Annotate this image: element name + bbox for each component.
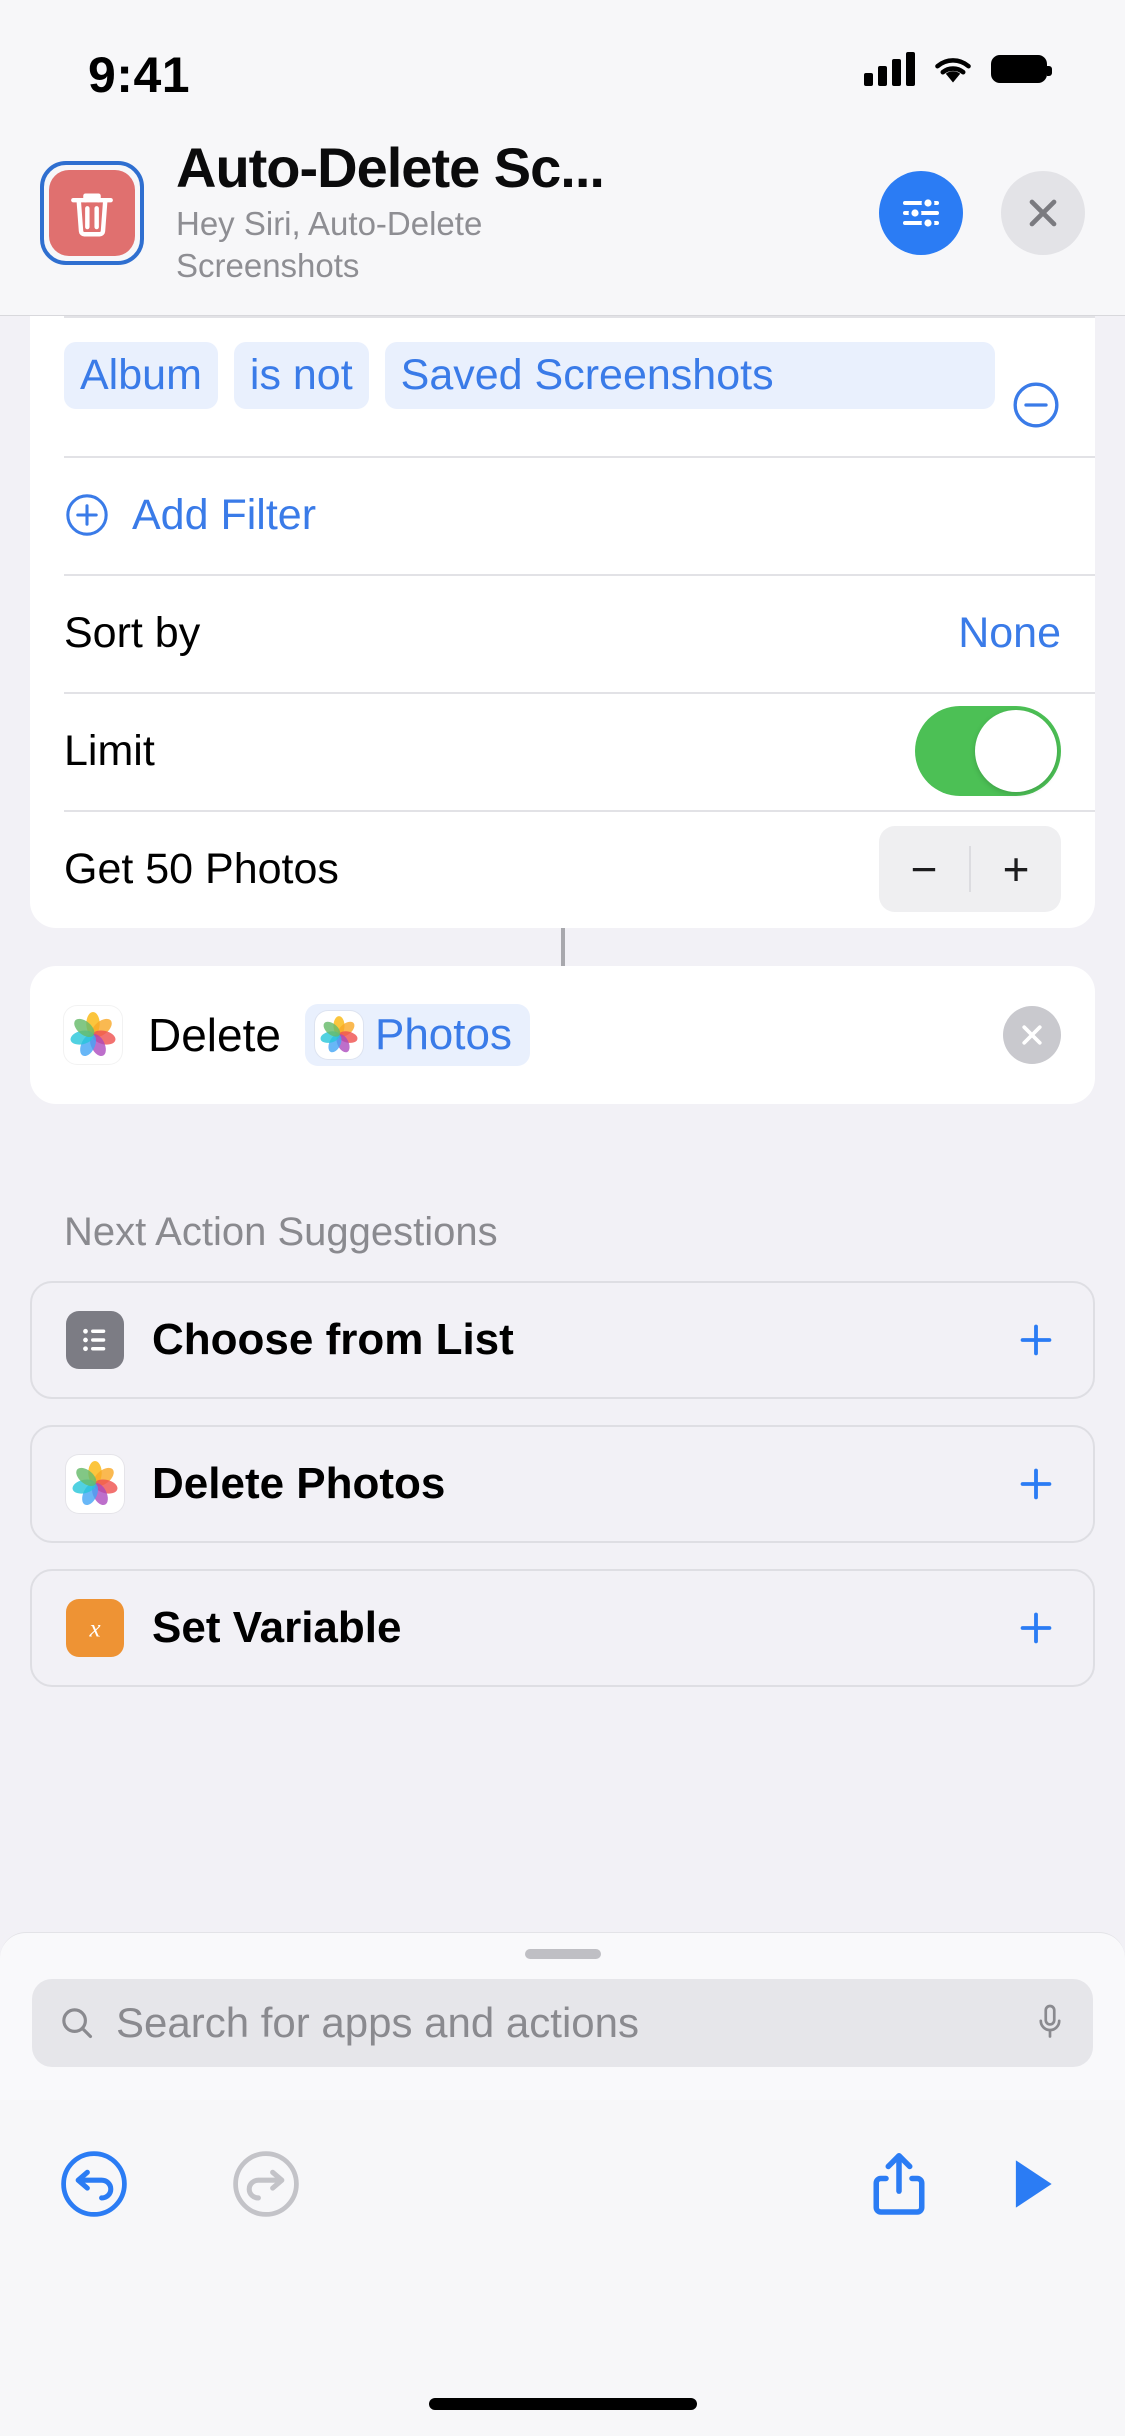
stepper-increment-button[interactable]: + (971, 826, 1061, 912)
sort-by-value[interactable]: None (958, 609, 1061, 658)
filter-tokens: Album is not Saved Screenshots (64, 342, 995, 410)
editor-header: Auto-Delete Sc... Hey Siri, Auto-Delete … (0, 138, 1125, 316)
status-bar-time: 9:41 (88, 47, 191, 103)
sort-by-label: Sort by (64, 608, 201, 657)
wifi-icon (935, 58, 971, 83)
share-button[interactable] (851, 2136, 947, 2232)
plus-icon[interactable] (1013, 1605, 1059, 1651)
close-circle-icon (1022, 1025, 1042, 1045)
minus-circle-icon (1013, 382, 1059, 428)
remove-action-button[interactable] (1003, 1006, 1061, 1064)
editor-scroll-area[interactable]: Album is not Saved Screenshots Add Filte… (0, 316, 1125, 2436)
plus-icon[interactable] (1013, 1317, 1059, 1363)
trash-icon (49, 169, 135, 256)
redo-icon (233, 2151, 299, 2217)
page-title: Auto-Delete Sc... (176, 138, 605, 199)
shortcuts-editor-screen: 9:41 Auto-Delete Sc... Hey Siri, Auto-De… (0, 0, 1125, 2436)
action-connector-line (560, 928, 565, 966)
toggle-knob (975, 710, 1057, 792)
battery-full-icon (991, 55, 1052, 83)
suggestion-delete-photos[interactable]: Delete Photos (30, 1425, 1095, 1543)
shortcut-settings-icon (903, 196, 939, 229)
get-photos-row[interactable]: Get 50 Photos − + (30, 810, 1095, 928)
shortcut-icon-button[interactable] (40, 160, 144, 265)
suggestions-heading: Next Action Suggestions (64, 1210, 498, 1254)
sheet-grabber[interactable] (524, 1949, 601, 1959)
add-filter-button[interactable]: Add Filter (64, 491, 316, 540)
microphone-icon[interactable] (1033, 2003, 1067, 2043)
play-button[interactable] (983, 2136, 1079, 2232)
filter-value-token[interactable]: Saved Screenshots (384, 342, 995, 410)
action-library-sheet[interactable] (0, 1932, 1125, 2100)
delete-photos-action-card[interactable]: Delete Photos (30, 966, 1095, 1104)
plus-icon[interactable] (1013, 1461, 1059, 1507)
svg-text:x: x (88, 1615, 100, 1642)
limit-toggle[interactable] (915, 706, 1061, 796)
filter-attribute-token[interactable]: Album (64, 342, 218, 410)
header-text-block: Auto-Delete Sc... Hey Siri, Auto-Delete … (170, 138, 853, 287)
suggestion-label: Delete Photos (152, 1459, 446, 1508)
search-bar[interactable] (32, 1979, 1093, 2067)
plus-circle-icon (64, 492, 110, 538)
find-photos-action-card[interactable]: Album is not Saved Screenshots Add Filte… (30, 316, 1095, 928)
status-bar-indicators (864, 52, 1052, 86)
search-input[interactable] (116, 1999, 1013, 2047)
undo-icon (61, 2151, 127, 2217)
sort-by-row[interactable]: Sort by None (30, 574, 1095, 692)
signal-bars-icon (864, 52, 915, 86)
close-button[interactable] (1001, 170, 1085, 255)
add-filter-label: Add Filter (132, 490, 317, 539)
get-photos-label: Get 50 Photos (64, 844, 339, 893)
photos-variable-token[interactable]: Photos (304, 1004, 530, 1066)
search-icon (62, 2008, 93, 2039)
close-icon (1029, 199, 1057, 226)
delete-action-label: Delete (148, 1009, 281, 1061)
limit-row[interactable]: Limit (30, 692, 1095, 810)
home-indicator (428, 2398, 697, 2410)
photos-token-label: Photos (374, 1010, 512, 1059)
shortcut-settings-button[interactable] (879, 170, 963, 255)
stepper-decrement-button[interactable]: − (879, 826, 969, 912)
list-icon (66, 1311, 124, 1369)
photo-count-stepper[interactable]: − + (879, 826, 1061, 912)
limit-label: Limit (64, 726, 155, 775)
photos-app-icon (64, 1006, 122, 1064)
variable-x-icon: x (66, 1599, 124, 1657)
undo-button[interactable] (46, 2136, 142, 2232)
suggestion-label: Choose from List (152, 1315, 514, 1364)
suggestion-choose-from-list[interactable]: Choose from List (30, 1281, 1095, 1399)
photos-app-icon (66, 1455, 124, 1513)
remove-filter-button[interactable] (1011, 380, 1061, 430)
editor-toolbar (0, 2100, 1125, 2436)
status-bar: 9:41 (0, 0, 1125, 140)
filter-operator-token[interactable]: is not (233, 342, 369, 410)
add-filter-row[interactable]: Add Filter (30, 456, 1095, 574)
redo-button[interactable] (218, 2136, 314, 2232)
play-icon (1015, 2160, 1052, 2208)
share-icon (873, 2152, 925, 2215)
suggestion-label: Set Variable (152, 1603, 402, 1652)
filter-row[interactable]: Album is not Saved Screenshots (30, 316, 1095, 456)
suggestion-set-variable[interactable]: x Set Variable (30, 1569, 1095, 1687)
photos-app-icon (314, 1011, 363, 1059)
siri-phrase: Hey Siri, Auto-Delete Screenshots (176, 204, 483, 284)
